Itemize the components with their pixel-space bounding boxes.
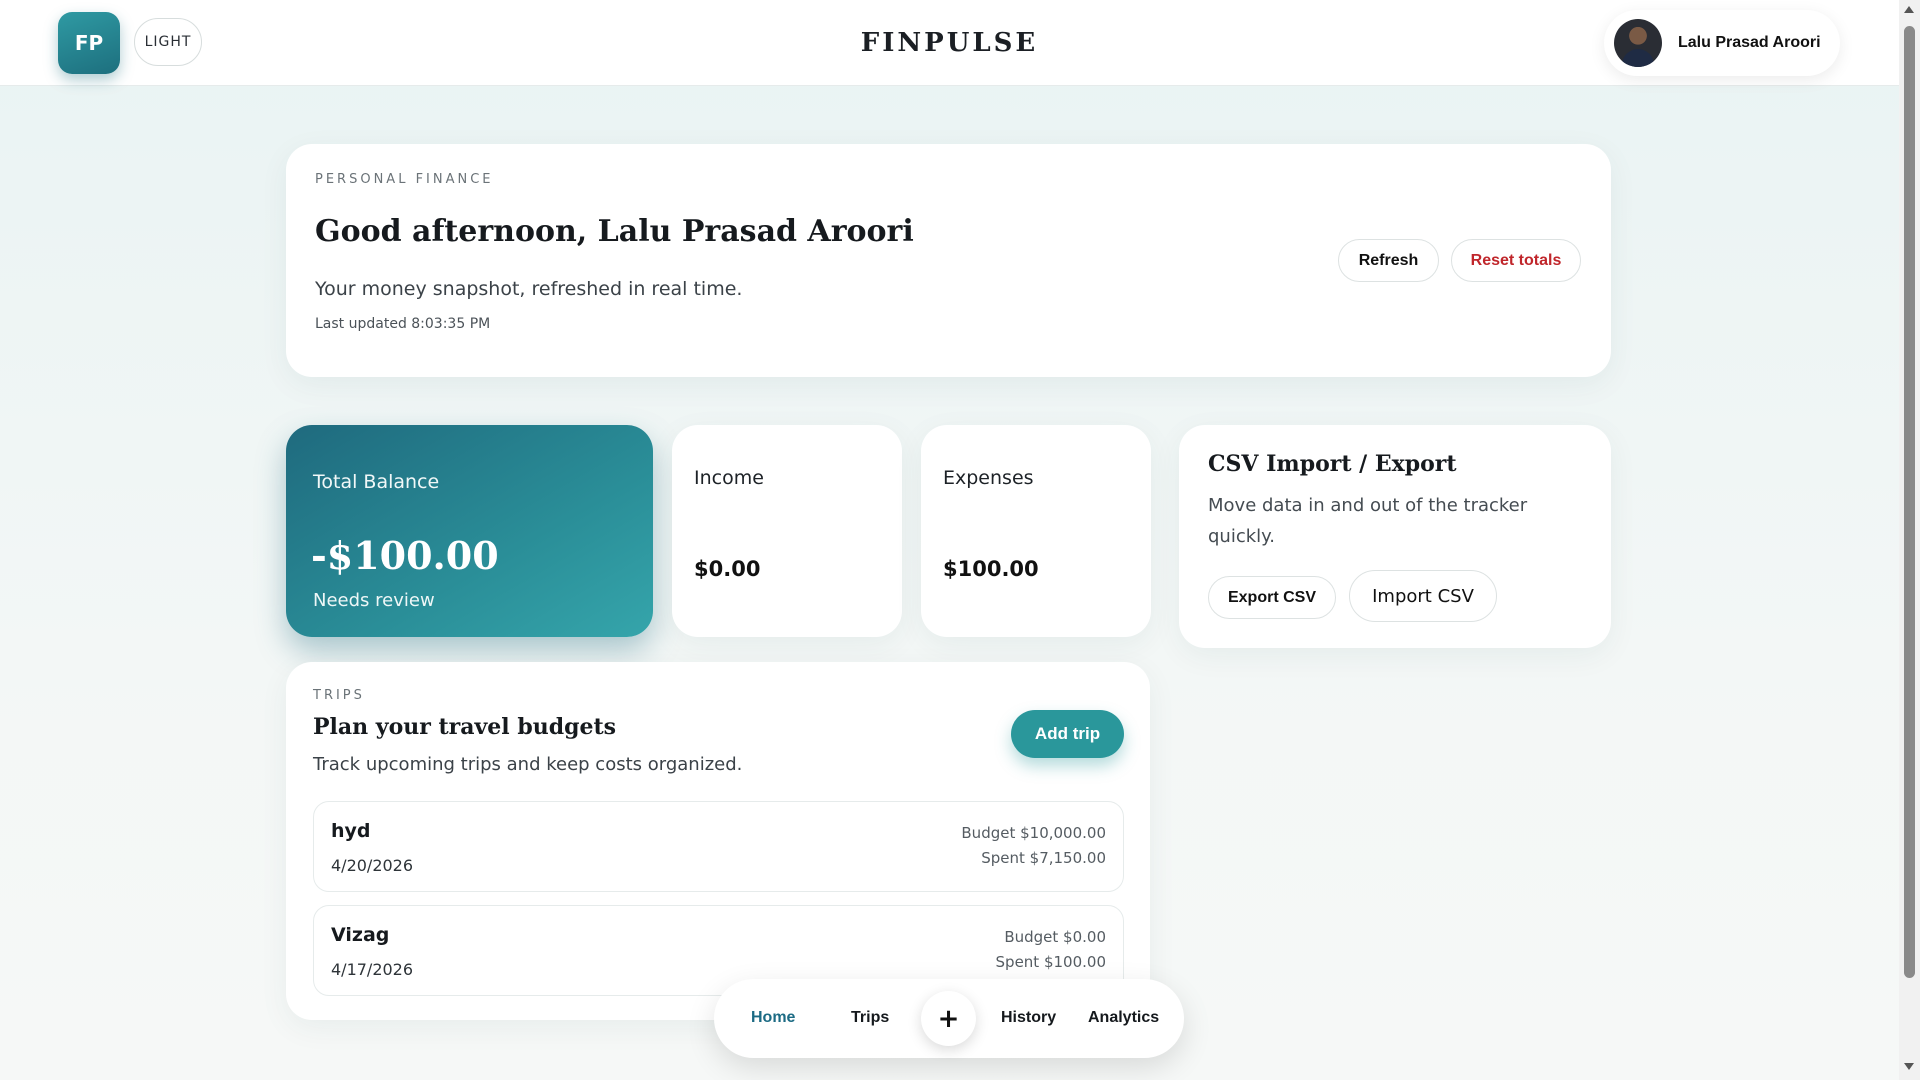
trip-spent: Spent $7,150.00 — [981, 849, 1106, 867]
income-value: $0.00 — [694, 557, 761, 581]
expenses-value: $100.00 — [943, 557, 1039, 581]
page-scrollbar[interactable] — [1899, 0, 1920, 1080]
scroll-down-arrow-icon[interactable] — [1904, 1063, 1914, 1070]
last-updated-timestamp: Last updated 8:03:35 PM — [315, 316, 491, 332]
csv-title: CSV Import / Export — [1208, 451, 1457, 477]
greeting-card: PERSONAL FINANCE Good afternoon, Lalu Pr… — [286, 144, 1611, 377]
export-csv-button[interactable]: Export CSV — [1208, 576, 1336, 619]
nav-history[interactable]: History — [1001, 1009, 1056, 1027]
import-csv-button[interactable]: Import CSV — [1349, 570, 1497, 622]
top-bar: FP LIGHT FINPULSE Lalu Prasad Aroori — [0, 0, 1899, 86]
trip-date: 4/17/2026 — [331, 960, 414, 979]
bottom-navigation: Home Trips + History Analytics — [714, 979, 1184, 1058]
nav-trips[interactable]: Trips — [851, 1009, 889, 1027]
reset-totals-button[interactable]: Reset totals — [1451, 239, 1581, 282]
balance-amount: -$100.00 — [311, 533, 499, 578]
expenses-card: Expenses $100.00 — [921, 425, 1151, 637]
expenses-label: Expenses — [943, 467, 1034, 489]
csv-description: Move data in and out of the tracker quic… — [1208, 495, 1528, 547]
trip-date: 4/20/2026 — [331, 856, 414, 875]
scroll-up-arrow-icon[interactable] — [1904, 6, 1914, 13]
trips-card: TRIPS Plan your travel budgets Track upc… — [286, 662, 1150, 1020]
add-trip-button[interactable]: Add trip — [1011, 710, 1124, 758]
section-eyebrow: PERSONAL FINANCE — [315, 172, 494, 187]
income-card: Income $0.00 — [672, 425, 902, 637]
trip-name: hyd — [331, 820, 371, 842]
trips-title: Plan your travel budgets — [313, 714, 617, 740]
user-avatar — [1614, 19, 1662, 67]
refresh-button[interactable]: Refresh — [1338, 239, 1439, 282]
balance-label: Total Balance — [313, 471, 440, 493]
trip-budget: Budget $0.00 — [1004, 928, 1106, 946]
user-name: Lalu Prasad Aroori — [1678, 34, 1821, 51]
section-eyebrow: TRIPS — [313, 688, 365, 703]
plus-icon[interactable]: + — [921, 991, 976, 1046]
trip-list-item[interactable]: hyd 4/20/2026 Budget $10,000.00 Spent $7… — [313, 801, 1124, 892]
hero-subtitle: Your money snapshot, refreshed in real t… — [315, 278, 743, 300]
scrollbar-thumb[interactable] — [1904, 26, 1915, 978]
trip-spent: Spent $100.00 — [995, 953, 1106, 971]
balance-status: Needs review — [313, 590, 435, 611]
user-menu-button[interactable]: Lalu Prasad Aroori — [1604, 10, 1840, 76]
csv-import-export-card: CSV Import / Export Move data in and out… — [1179, 425, 1611, 648]
nav-analytics[interactable]: Analytics — [1088, 1009, 1159, 1027]
page-title: Good afternoon, Lalu Prasad Aroori — [315, 214, 914, 249]
trips-subtitle: Track upcoming trips and keep costs orga… — [313, 754, 743, 775]
income-label: Income — [694, 467, 764, 489]
trip-name: Vizag — [331, 924, 390, 946]
total-balance-card: Total Balance -$100.00 Needs review — [286, 425, 653, 637]
nav-home[interactable]: Home — [751, 1009, 795, 1027]
trip-budget: Budget $10,000.00 — [961, 824, 1106, 842]
